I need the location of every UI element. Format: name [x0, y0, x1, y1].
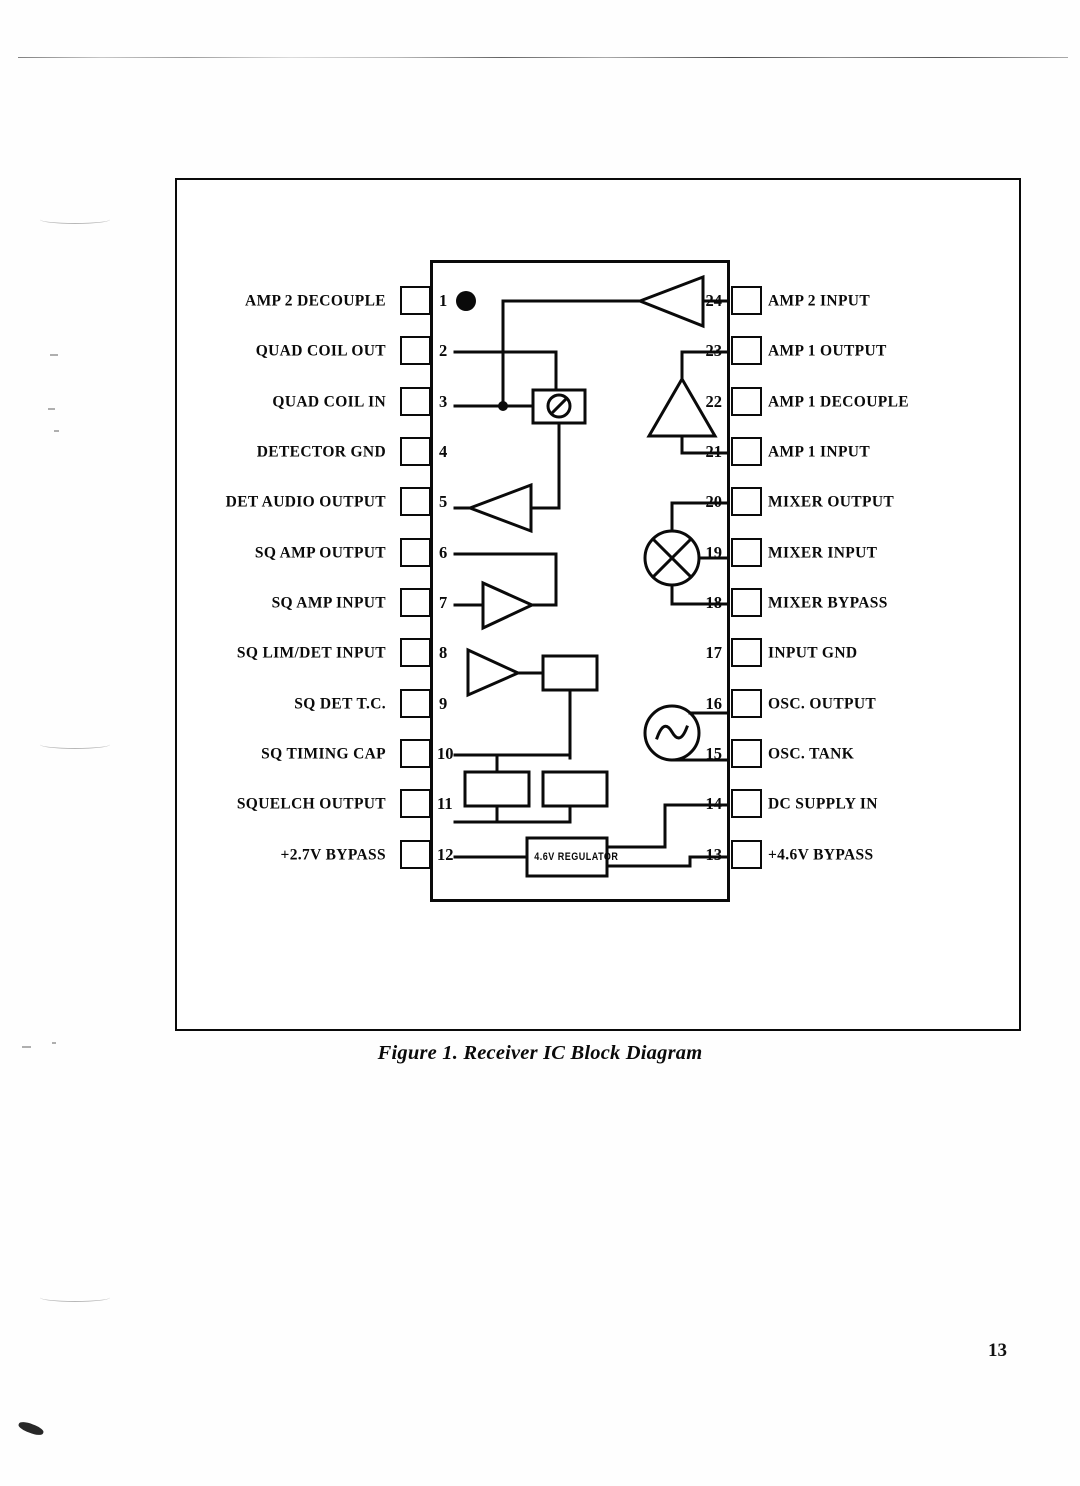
- pin-number-14: 14: [705, 793, 723, 813]
- pin-number-18: 18: [705, 592, 723, 612]
- pin-pad-left-7[interactable]: [400, 588, 431, 617]
- ic-package-body: [430, 260, 730, 902]
- pin-label-mixer-bypass: MIXER BYPASS: [768, 594, 888, 612]
- pin-number-12: 12: [437, 844, 454, 864]
- pin-label-amp-1-input: AMP 1 INPUT: [768, 443, 871, 461]
- scan-arc-low: [40, 1293, 110, 1302]
- pin-number-17: 17: [705, 642, 723, 662]
- pin-pad-left-10[interactable]: [400, 739, 431, 768]
- pin-pad-right-22[interactable]: [731, 387, 762, 416]
- pin-label-sq-lim-det-input: SQ LIM/DET INPUT: [236, 644, 386, 662]
- document-page: 1 2 3 4 5 6 7 8 9 10 11 12 24 23 22 21 2…: [0, 0, 1080, 1486]
- pin-label-osc-output: OSC. OUTPUT: [768, 695, 877, 713]
- scan-artifact-line: [18, 57, 1068, 58]
- pin-label-sq-det-tc: SQ DET T.C.: [294, 695, 386, 713]
- pin-label-det-audio-output: DET AUDIO OUTPUT: [225, 493, 386, 511]
- pin-number-6: 6: [439, 542, 448, 562]
- pin-number-3: 3: [439, 391, 448, 411]
- pin-label-mixer-input: MIXER INPUT: [768, 544, 878, 562]
- pin-label-amp-1-decouple: AMP 1 DECOUPLE: [768, 393, 909, 411]
- pin-number-5: 5: [439, 491, 448, 511]
- pin-label-amp-2-input: AMP 2 INPUT: [768, 292, 871, 310]
- pin-label-input-gnd: INPUT GND: [768, 644, 858, 662]
- pin-pad-right-24[interactable]: [731, 286, 762, 315]
- pin-label-sq-timing-cap: SQ TIMING CAP: [261, 745, 386, 763]
- pin-pad-left-2[interactable]: [400, 336, 431, 365]
- pin-pad-left-5[interactable]: [400, 487, 431, 516]
- pin-number-22: 22: [705, 391, 723, 411]
- pin-label-quad-coil-in: QUAD COIL IN: [272, 393, 386, 411]
- pin-pad-right-15[interactable]: [731, 739, 762, 768]
- pin-label-dc-supply-in: DC SUPPLY IN: [768, 795, 878, 813]
- pin-number-9: 9: [439, 693, 448, 713]
- pin-pad-right-17[interactable]: [731, 638, 762, 667]
- pin-number-19: 19: [705, 542, 723, 562]
- pin-pad-left-8[interactable]: [400, 638, 431, 667]
- scan-speck-5: [54, 430, 59, 432]
- pin-label-mixer-output: MIXER OUTPUT: [768, 493, 895, 511]
- pin-pad-right-19[interactable]: [731, 538, 762, 567]
- scan-speck-1: [50, 354, 58, 356]
- pin-label-4-6v-bypass: +4.6V BYPASS: [768, 846, 874, 864]
- pin-pad-left-4[interactable]: [400, 437, 431, 466]
- pin-number-16: 16: [705, 693, 723, 713]
- pin-label-quad-coil-out: QUAD COIL OUT: [255, 342, 386, 360]
- pin-number-13: 13: [705, 844, 723, 864]
- pin-number-1: 1: [439, 290, 448, 310]
- pin-number-7: 7: [439, 592, 448, 612]
- figure-caption: Figure 1. Receiver IC Block Diagram: [377, 1042, 703, 1064]
- pin-label-amp-1-output: AMP 1 OUTPUT: [768, 342, 887, 360]
- pin-number-10: 10: [437, 743, 454, 763]
- pin-label-sq-amp-input: SQ AMP INPUT: [271, 594, 386, 612]
- pin-pad-left-1[interactable]: [400, 286, 431, 315]
- pin-number-20: 20: [705, 491, 723, 511]
- pin-pad-right-23[interactable]: [731, 336, 762, 365]
- pin-label-osc-tank: OSC. TANK: [768, 745, 855, 763]
- pin-number-15: 15: [705, 743, 723, 763]
- pin-pad-right-16[interactable]: [731, 689, 762, 718]
- pin-pad-left-3[interactable]: [400, 387, 431, 416]
- pin-number-21: 21: [705, 441, 723, 461]
- page-number: 13: [988, 1340, 1007, 1361]
- pin-label-squelch-output: SQUELCH OUTPUT: [236, 795, 386, 813]
- pin-pad-right-18[interactable]: [731, 588, 762, 617]
- scan-arc-mid: [40, 740, 110, 749]
- pin-pad-left-12[interactable]: [400, 840, 431, 869]
- pin-pad-right-14[interactable]: [731, 789, 762, 818]
- scan-arc-top: [40, 215, 110, 224]
- pin-label-sq-amp-output: SQ AMP OUTPUT: [254, 544, 386, 562]
- pin-number-4: 4: [439, 441, 448, 461]
- pin-pad-right-13[interactable]: [731, 840, 762, 869]
- pin-pad-right-21[interactable]: [731, 437, 762, 466]
- pin-label-amp-2-decouple: AMP 2 DECOUPLE: [245, 292, 386, 310]
- scan-artifact-mark: [17, 1419, 45, 1438]
- pin-number-8: 8: [439, 642, 448, 662]
- pin-number-2: 2: [439, 340, 448, 360]
- pin-pad-left-6[interactable]: [400, 538, 431, 567]
- pin-label-2-7v-bypass: +2.7V BYPASS: [280, 846, 386, 864]
- scan-speck-2: [48, 408, 55, 410]
- pin-number-23: 23: [705, 340, 723, 360]
- pin-number-11: 11: [437, 793, 453, 813]
- pin-pad-right-20[interactable]: [731, 487, 762, 516]
- pin-pad-left-11[interactable]: [400, 789, 431, 818]
- regulator-label: 4.6V REGULATOR: [534, 851, 619, 863]
- pin-pad-left-9[interactable]: [400, 689, 431, 718]
- pin-number-24: 24: [705, 290, 723, 310]
- pin-label-detector-gnd: DETECTOR GND: [256, 443, 386, 461]
